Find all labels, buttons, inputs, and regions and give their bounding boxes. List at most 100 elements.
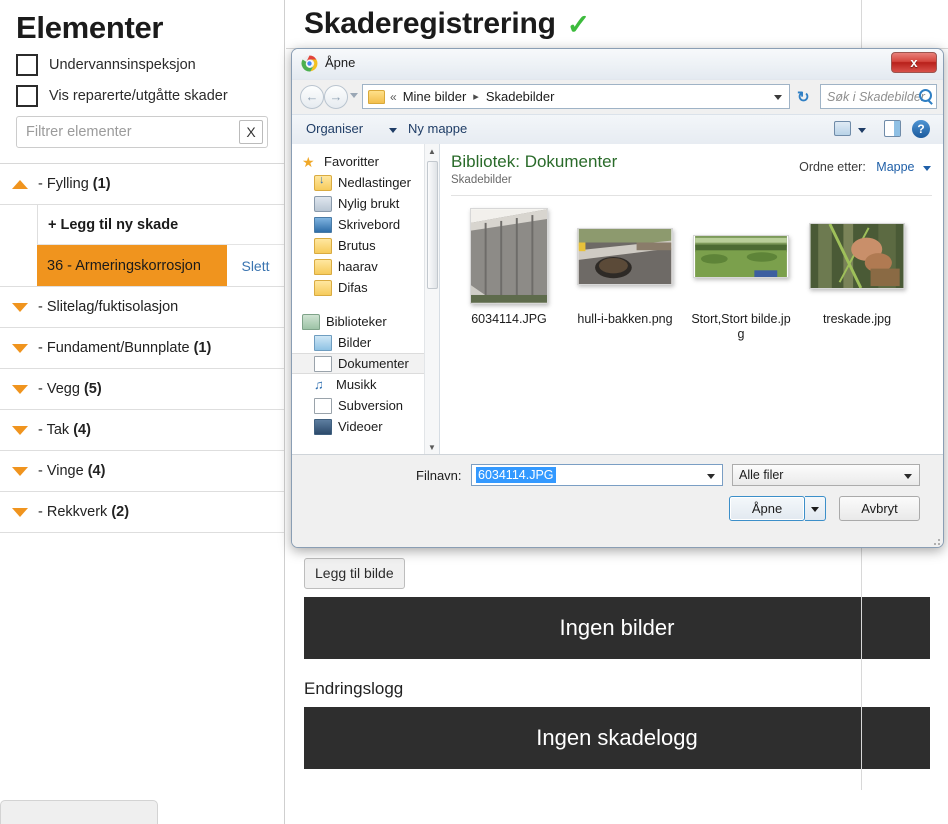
damage-item-selected[interactable]: 36 - Armeringskorrosjon Slett	[37, 245, 284, 286]
tree-group-fundament[interactable]: - Fundament/Bunnplate (1)	[0, 328, 284, 369]
organise-menu-button[interactable]: Organiser	[306, 121, 363, 136]
nav-item-nedlastinger[interactable]: Nedlastinger	[292, 172, 439, 193]
group-count: (2)	[111, 504, 130, 520]
nav-item-dokumenter[interactable]: Dokumenter	[292, 353, 439, 374]
chevron-down-icon[interactable]	[923, 166, 931, 171]
resize-grip-icon[interactable]	[930, 535, 940, 545]
filter-clear-button[interactable]: X	[239, 120, 263, 144]
view-mode-icon[interactable]	[834, 121, 851, 136]
nav-item-subversion[interactable]: Subversion	[292, 395, 439, 416]
file-item[interactable]: 6034114.JPG	[451, 206, 567, 342]
scroll-up-icon[interactable]: ▲	[425, 144, 439, 159]
breadcrumb-item-1[interactable]: Skadebilder	[486, 89, 555, 104]
filename-input[interactable]: 6034114.JPG	[471, 464, 723, 486]
open-button[interactable]: Åpne	[729, 496, 805, 521]
address-bar[interactable]: « Mine bilder ▸ Skadebilder	[362, 84, 790, 109]
chevron-down-icon[interactable]	[904, 474, 912, 479]
chevron-down-icon[interactable]	[12, 343, 28, 353]
chevron-down-icon[interactable]	[707, 474, 715, 479]
nav-item-brutus[interactable]: Brutus	[292, 235, 439, 256]
documents-icon	[314, 355, 332, 372]
thumbnail-wrapper	[693, 206, 789, 306]
order-by-value[interactable]: Mappe	[876, 160, 914, 174]
tree-group-vegg[interactable]: - Vegg (5)	[0, 369, 284, 410]
chevron-down-icon[interactable]	[858, 128, 866, 133]
checkbox-vis-reparerte[interactable]	[16, 85, 38, 107]
scroll-down-icon[interactable]: ▼	[425, 440, 439, 455]
nav-item-nylig-brukt[interactable]: Nylig brukt	[292, 193, 439, 214]
file-name: Stort,Stort bilde.jpg	[691, 312, 791, 341]
dialog-titlebar[interactable]: Åpne x	[292, 49, 943, 80]
folder-icon	[314, 279, 332, 296]
nav-item-haarav[interactable]: haarav	[292, 256, 439, 277]
filetype-select[interactable]: Alle filer	[732, 464, 920, 486]
nav-item-musikk[interactable]: ♫ Musikk	[292, 374, 439, 395]
checkbox-row-vis-reparerte[interactable]: Vis reparerte/utgåtte skader	[16, 85, 270, 107]
tree-group-vinge[interactable]: - Vinge (4)	[0, 451, 284, 492]
app-root: Elementer Undervannsinspeksjon Vis repar…	[0, 0, 948, 824]
tree-children-fylling: + Legg til ny skade 36 - Armeringskorros…	[0, 205, 284, 287]
tree-group-fylling[interactable]: - Fylling (1)	[0, 164, 284, 205]
add-damage-button[interactable]: + Legg til ny skade	[37, 205, 284, 245]
dialog-body: ★ Favoritter Nedlastinger Nylig brukt Sk…	[292, 144, 943, 455]
recent-locations-icon[interactable]	[350, 93, 358, 98]
chevron-down-icon[interactable]	[389, 128, 397, 133]
preview-pane-icon[interactable]	[884, 120, 901, 137]
nav-label: Dokumenter	[338, 356, 409, 371]
main-header: Skaderegistrering ✓	[286, 0, 948, 48]
nav-header-favoritter[interactable]: ★ Favoritter	[292, 151, 439, 172]
star-icon: ★	[302, 153, 315, 170]
checkbox-row-undervannsinspeksjon[interactable]: Undervannsinspeksjon	[16, 54, 270, 76]
file-item[interactable]: Stort,Stort bilde.jpg	[683, 206, 799, 342]
forward-button[interactable]: →	[324, 85, 348, 109]
group-text: - Vegg	[38, 381, 80, 397]
library-icon	[302, 313, 320, 330]
chevron-down-icon[interactable]	[12, 425, 28, 435]
tree-group-label-vegg: - Vegg (5)	[38, 381, 102, 397]
nav-item-videoer[interactable]: Videoer	[292, 416, 439, 437]
chevron-down-icon[interactable]	[12, 384, 28, 394]
nav-label: Nylig brukt	[338, 196, 400, 211]
nav-item-bilder[interactable]: Bilder	[292, 332, 439, 353]
search-input[interactable]: Søk i Skadebilder	[820, 84, 937, 109]
thumbnail-wrapper	[470, 206, 548, 306]
tree-group-label-vinge: - Vinge (4)	[38, 463, 105, 479]
chevron-up-icon[interactable]	[12, 179, 28, 189]
group-count: (4)	[73, 422, 91, 438]
chevron-down-icon[interactable]	[12, 466, 28, 476]
chevron-down-icon[interactable]	[12, 507, 28, 517]
refresh-icon[interactable]: ↻	[797, 88, 810, 106]
checkbox-undervannsinspeksjon[interactable]	[16, 54, 38, 76]
dialog-title: Åpne	[325, 55, 356, 70]
filter-input[interactable]	[17, 117, 245, 147]
add-image-button[interactable]: Legg til bilde	[304, 558, 405, 589]
nav-header-biblioteker[interactable]: Biblioteker	[292, 311, 439, 332]
back-button[interactable]: ←	[300, 85, 324, 109]
close-icon[interactable]: x	[891, 52, 937, 73]
nav-item-skrivebord[interactable]: Skrivebord	[292, 214, 439, 235]
file-item[interactable]: treskade.jpg	[799, 206, 915, 342]
bottom-status-tab[interactable]	[0, 800, 158, 824]
address-dropdown-icon[interactable]	[774, 95, 782, 100]
tree-group-slitelag[interactable]: - Slitelag/fuktisolasjon	[0, 287, 284, 328]
file-list-pane: Bibliotek: Dokumenter Skadebilder Ordne …	[440, 144, 943, 455]
tree-group-rekkverk[interactable]: - Rekkverk (2)	[0, 492, 284, 533]
nav-label: Nedlastinger	[338, 175, 411, 190]
no-images-panel: Ingen bilder	[304, 597, 930, 659]
breadcrumb-separator-icon: ▸	[473, 91, 479, 103]
file-item[interactable]: hull-i-bakken.png	[567, 206, 683, 342]
help-icon[interactable]: ?	[912, 120, 930, 138]
breadcrumb-overflow-icon[interactable]: «	[390, 90, 397, 104]
nav-pane-scrollbar[interactable]: ▲ ▼	[424, 144, 439, 455]
nav-item-difas[interactable]: Difas	[292, 277, 439, 298]
delete-damage-link[interactable]: Slett	[227, 245, 284, 286]
breadcrumb-item-0[interactable]: Mine bilder	[403, 89, 467, 104]
file-name: 6034114.JPG	[471, 312, 547, 326]
chevron-down-icon[interactable]	[12, 302, 28, 312]
tree-group-tak[interactable]: - Tak (4)	[0, 410, 284, 451]
cancel-button[interactable]: Avbryt	[839, 496, 920, 521]
scrollbar-thumb[interactable]	[427, 161, 438, 289]
group-count: (1)	[193, 340, 212, 356]
open-dropdown-button[interactable]	[805, 496, 826, 521]
new-folder-button[interactable]: Ny mappe	[408, 121, 467, 136]
